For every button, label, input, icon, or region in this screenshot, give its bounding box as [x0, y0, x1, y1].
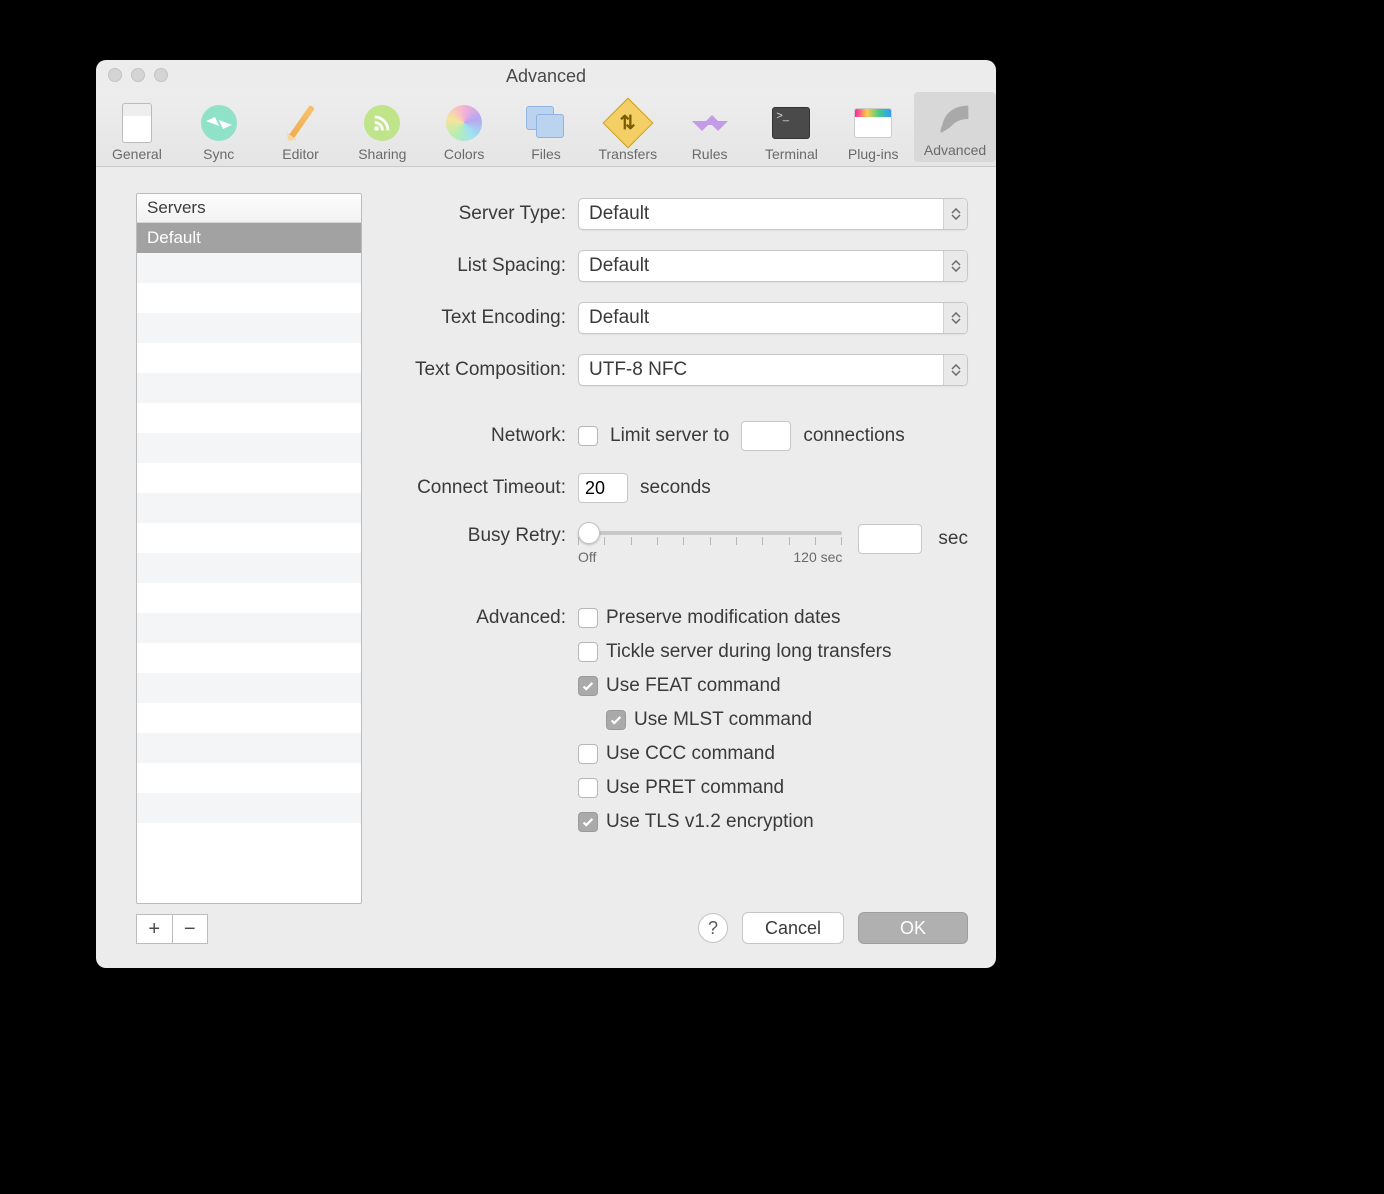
preferences-window: Advanced General Sync Editor Sharing Col…	[96, 60, 996, 968]
connect-timeout-input[interactable]	[578, 473, 628, 503]
tab-transfers[interactable]: ⇅Transfers	[587, 96, 669, 162]
tab-editor[interactable]: Editor	[260, 96, 342, 162]
tab-rules[interactable]: Rules	[669, 96, 751, 162]
tab-plugins[interactable]: Plug-ins	[832, 96, 914, 162]
cancel-button[interactable]: Cancel	[742, 912, 844, 944]
switch-icon	[122, 103, 152, 143]
rules-icon	[690, 105, 730, 141]
list-item[interactable]: Default	[137, 223, 361, 253]
rss-icon	[364, 105, 400, 141]
text-composition-popup[interactable]: UTF-8 NFC	[578, 354, 968, 386]
limit-server-checkbox[interactable]	[578, 426, 598, 446]
connections-input[interactable]	[741, 421, 791, 451]
files-icon	[526, 106, 566, 140]
traffic-lights	[108, 68, 168, 82]
add-remove-control: + −	[136, 914, 208, 944]
advanced-label: Advanced:	[390, 607, 566, 629]
preferences-toolbar: General Sync Editor Sharing Colors Files…	[96, 92, 996, 167]
tickle-server-checkbox[interactable]	[578, 642, 598, 662]
server-type-label: Server Type:	[390, 203, 566, 225]
slider-thumb[interactable]	[578, 522, 600, 544]
tab-files[interactable]: Files	[505, 96, 587, 162]
busy-retry-input[interactable]	[858, 524, 922, 554]
stepper-arrows-icon	[943, 355, 967, 385]
feat-checkbox[interactable]	[578, 676, 598, 696]
connections-label: connections	[803, 425, 904, 447]
connect-timeout-label: Connect Timeout:	[390, 477, 566, 499]
server-type-popup[interactable]: Default	[578, 198, 968, 230]
leaf-icon	[934, 98, 976, 140]
list-spacing-popup[interactable]: Default	[578, 250, 968, 282]
stepper-arrows-icon	[943, 303, 967, 333]
plugins-icon	[854, 108, 892, 138]
mlst-checkbox[interactable]	[606, 710, 626, 730]
servers-header: Servers	[137, 194, 361, 223]
add-server-button[interactable]: +	[137, 915, 173, 943]
ok-button[interactable]: OK	[858, 912, 968, 944]
text-encoding-popup[interactable]: Default	[578, 302, 968, 334]
preserve-dates-checkbox[interactable]	[578, 608, 598, 628]
window-title: Advanced	[96, 66, 996, 87]
limit-server-label: Limit server to	[610, 425, 729, 447]
help-button[interactable]: ?	[698, 913, 728, 943]
sync-icon	[201, 105, 237, 141]
seconds-label: seconds	[640, 477, 711, 499]
tab-colors[interactable]: Colors	[423, 96, 505, 162]
titlebar: Advanced	[96, 60, 996, 92]
servers-listbox[interactable]: Servers Default	[136, 193, 362, 904]
tab-sharing[interactable]: Sharing	[341, 96, 423, 162]
tab-general[interactable]: General	[96, 96, 178, 162]
stepper-arrows-icon	[943, 199, 967, 229]
pencil-icon	[287, 105, 315, 141]
text-composition-label: Text Composition:	[390, 359, 566, 381]
remove-server-button[interactable]: −	[173, 915, 208, 943]
tab-terminal[interactable]: >_Terminal	[751, 96, 833, 162]
list-spacing-label: List Spacing:	[390, 255, 566, 277]
tab-advanced[interactable]: Advanced	[914, 92, 996, 162]
busy-retry-slider[interactable]: Off120 sec	[578, 519, 842, 559]
sec-label: sec	[938, 528, 968, 550]
close-icon[interactable]	[108, 68, 122, 82]
ccc-checkbox[interactable]	[578, 744, 598, 764]
color-wheel-icon	[446, 105, 482, 141]
text-encoding-label: Text Encoding:	[390, 307, 566, 329]
transfers-icon: ⇅	[602, 98, 653, 149]
stepper-arrows-icon	[943, 251, 967, 281]
network-label: Network:	[390, 425, 566, 447]
busy-retry-label: Busy Retry:	[390, 519, 566, 547]
terminal-icon: >_	[772, 107, 810, 139]
tab-sync[interactable]: Sync	[178, 96, 260, 162]
pret-checkbox[interactable]	[578, 778, 598, 798]
zoom-icon[interactable]	[154, 68, 168, 82]
minimize-icon[interactable]	[131, 68, 145, 82]
tls-checkbox[interactable]	[578, 812, 598, 832]
